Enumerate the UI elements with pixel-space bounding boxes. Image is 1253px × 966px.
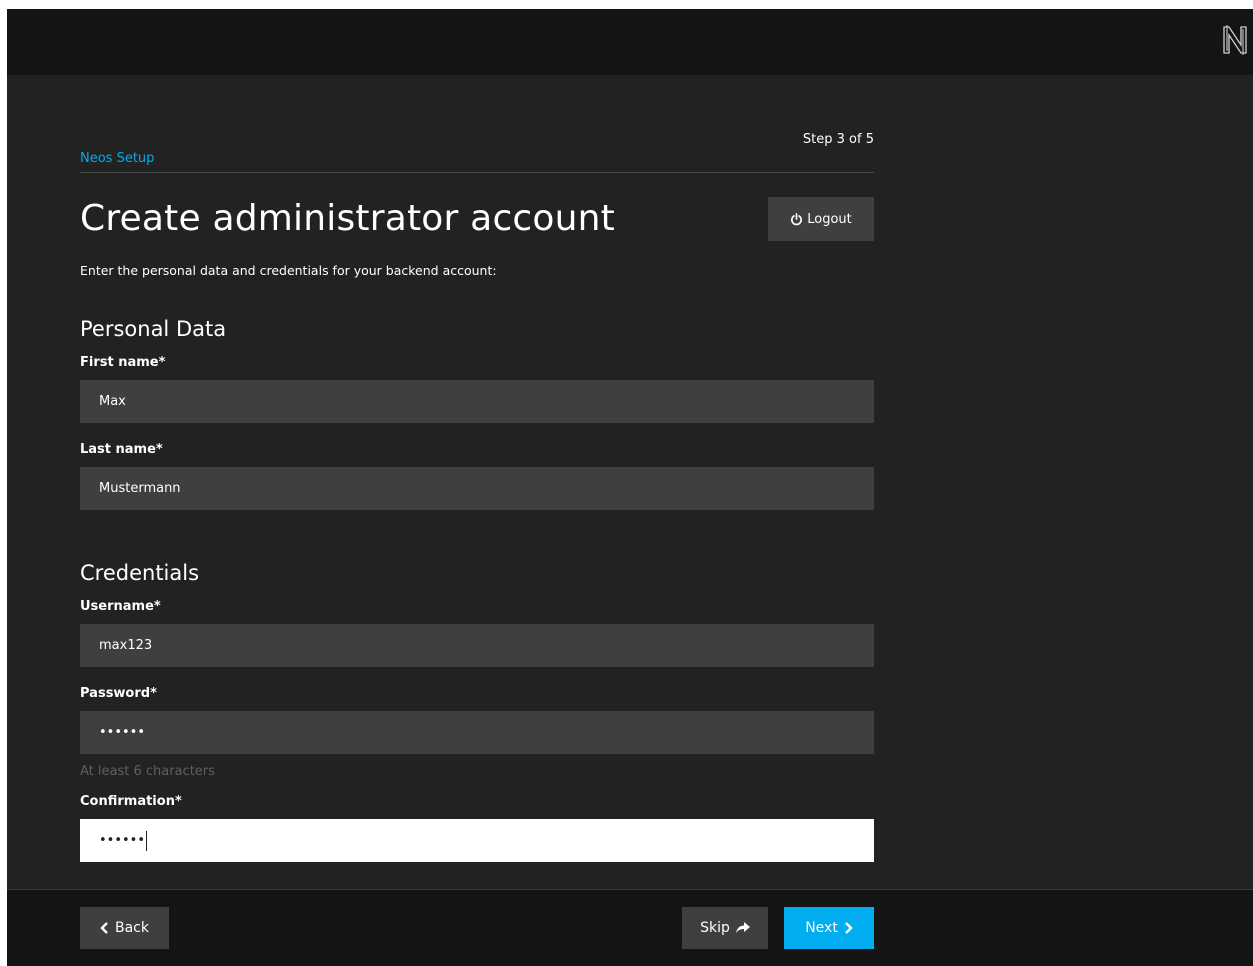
power-icon	[790, 212, 803, 226]
personal-data-heading: Personal Data	[80, 317, 227, 341]
top-bar	[7, 9, 1253, 75]
chevron-right-icon	[844, 922, 853, 934]
footer-bar: Back Skip Next	[7, 889, 1253, 966]
next-label: Next	[805, 920, 838, 936]
last-name-value: Mustermann	[99, 481, 181, 496]
skip-button[interactable]: Skip	[682, 907, 768, 949]
skip-label: Skip	[700, 920, 730, 936]
credentials-heading: Credentials	[80, 561, 200, 585]
intro-text: Enter the personal data and credentials …	[80, 263, 497, 278]
password-value: ••••••	[99, 725, 146, 740]
logout-button[interactable]: Logout	[768, 197, 874, 241]
next-button[interactable]: Next	[784, 907, 874, 949]
back-label: Back	[115, 920, 149, 936]
confirmation-label: Confirmation*	[80, 794, 182, 809]
password-label: Password*	[80, 686, 157, 701]
neos-setup-link[interactable]: Neos Setup	[80, 151, 154, 166]
username-label: Username*	[80, 599, 161, 614]
app-frame: Neos Setup Step 3 of 5 Create administra…	[7, 9, 1253, 966]
logout-label: Logout	[807, 211, 852, 227]
text-cursor	[146, 830, 148, 851]
password-field[interactable]: ••••••	[80, 711, 874, 754]
page-title: Create administrator account	[80, 198, 616, 239]
last-name-field[interactable]: Mustermann	[80, 467, 874, 510]
neos-logo-icon	[1221, 23, 1249, 57]
username-value: max123	[99, 638, 153, 653]
last-name-label: Last name*	[80, 442, 163, 457]
divider	[80, 172, 874, 173]
first-name-label: First name*	[80, 355, 166, 370]
first-name-value: Max	[99, 394, 126, 409]
step-indicator: Step 3 of 5	[802, 132, 874, 147]
first-name-field[interactable]: Max	[80, 380, 874, 423]
confirmation-field[interactable]: ••••••	[80, 819, 874, 862]
username-field[interactable]: max123	[80, 624, 874, 667]
password-hint: At least 6 characters	[80, 764, 215, 779]
chevron-left-icon	[100, 922, 109, 934]
confirmation-value: ••••••	[99, 833, 146, 848]
back-button[interactable]: Back	[80, 907, 169, 949]
share-arrow-icon	[735, 922, 750, 934]
